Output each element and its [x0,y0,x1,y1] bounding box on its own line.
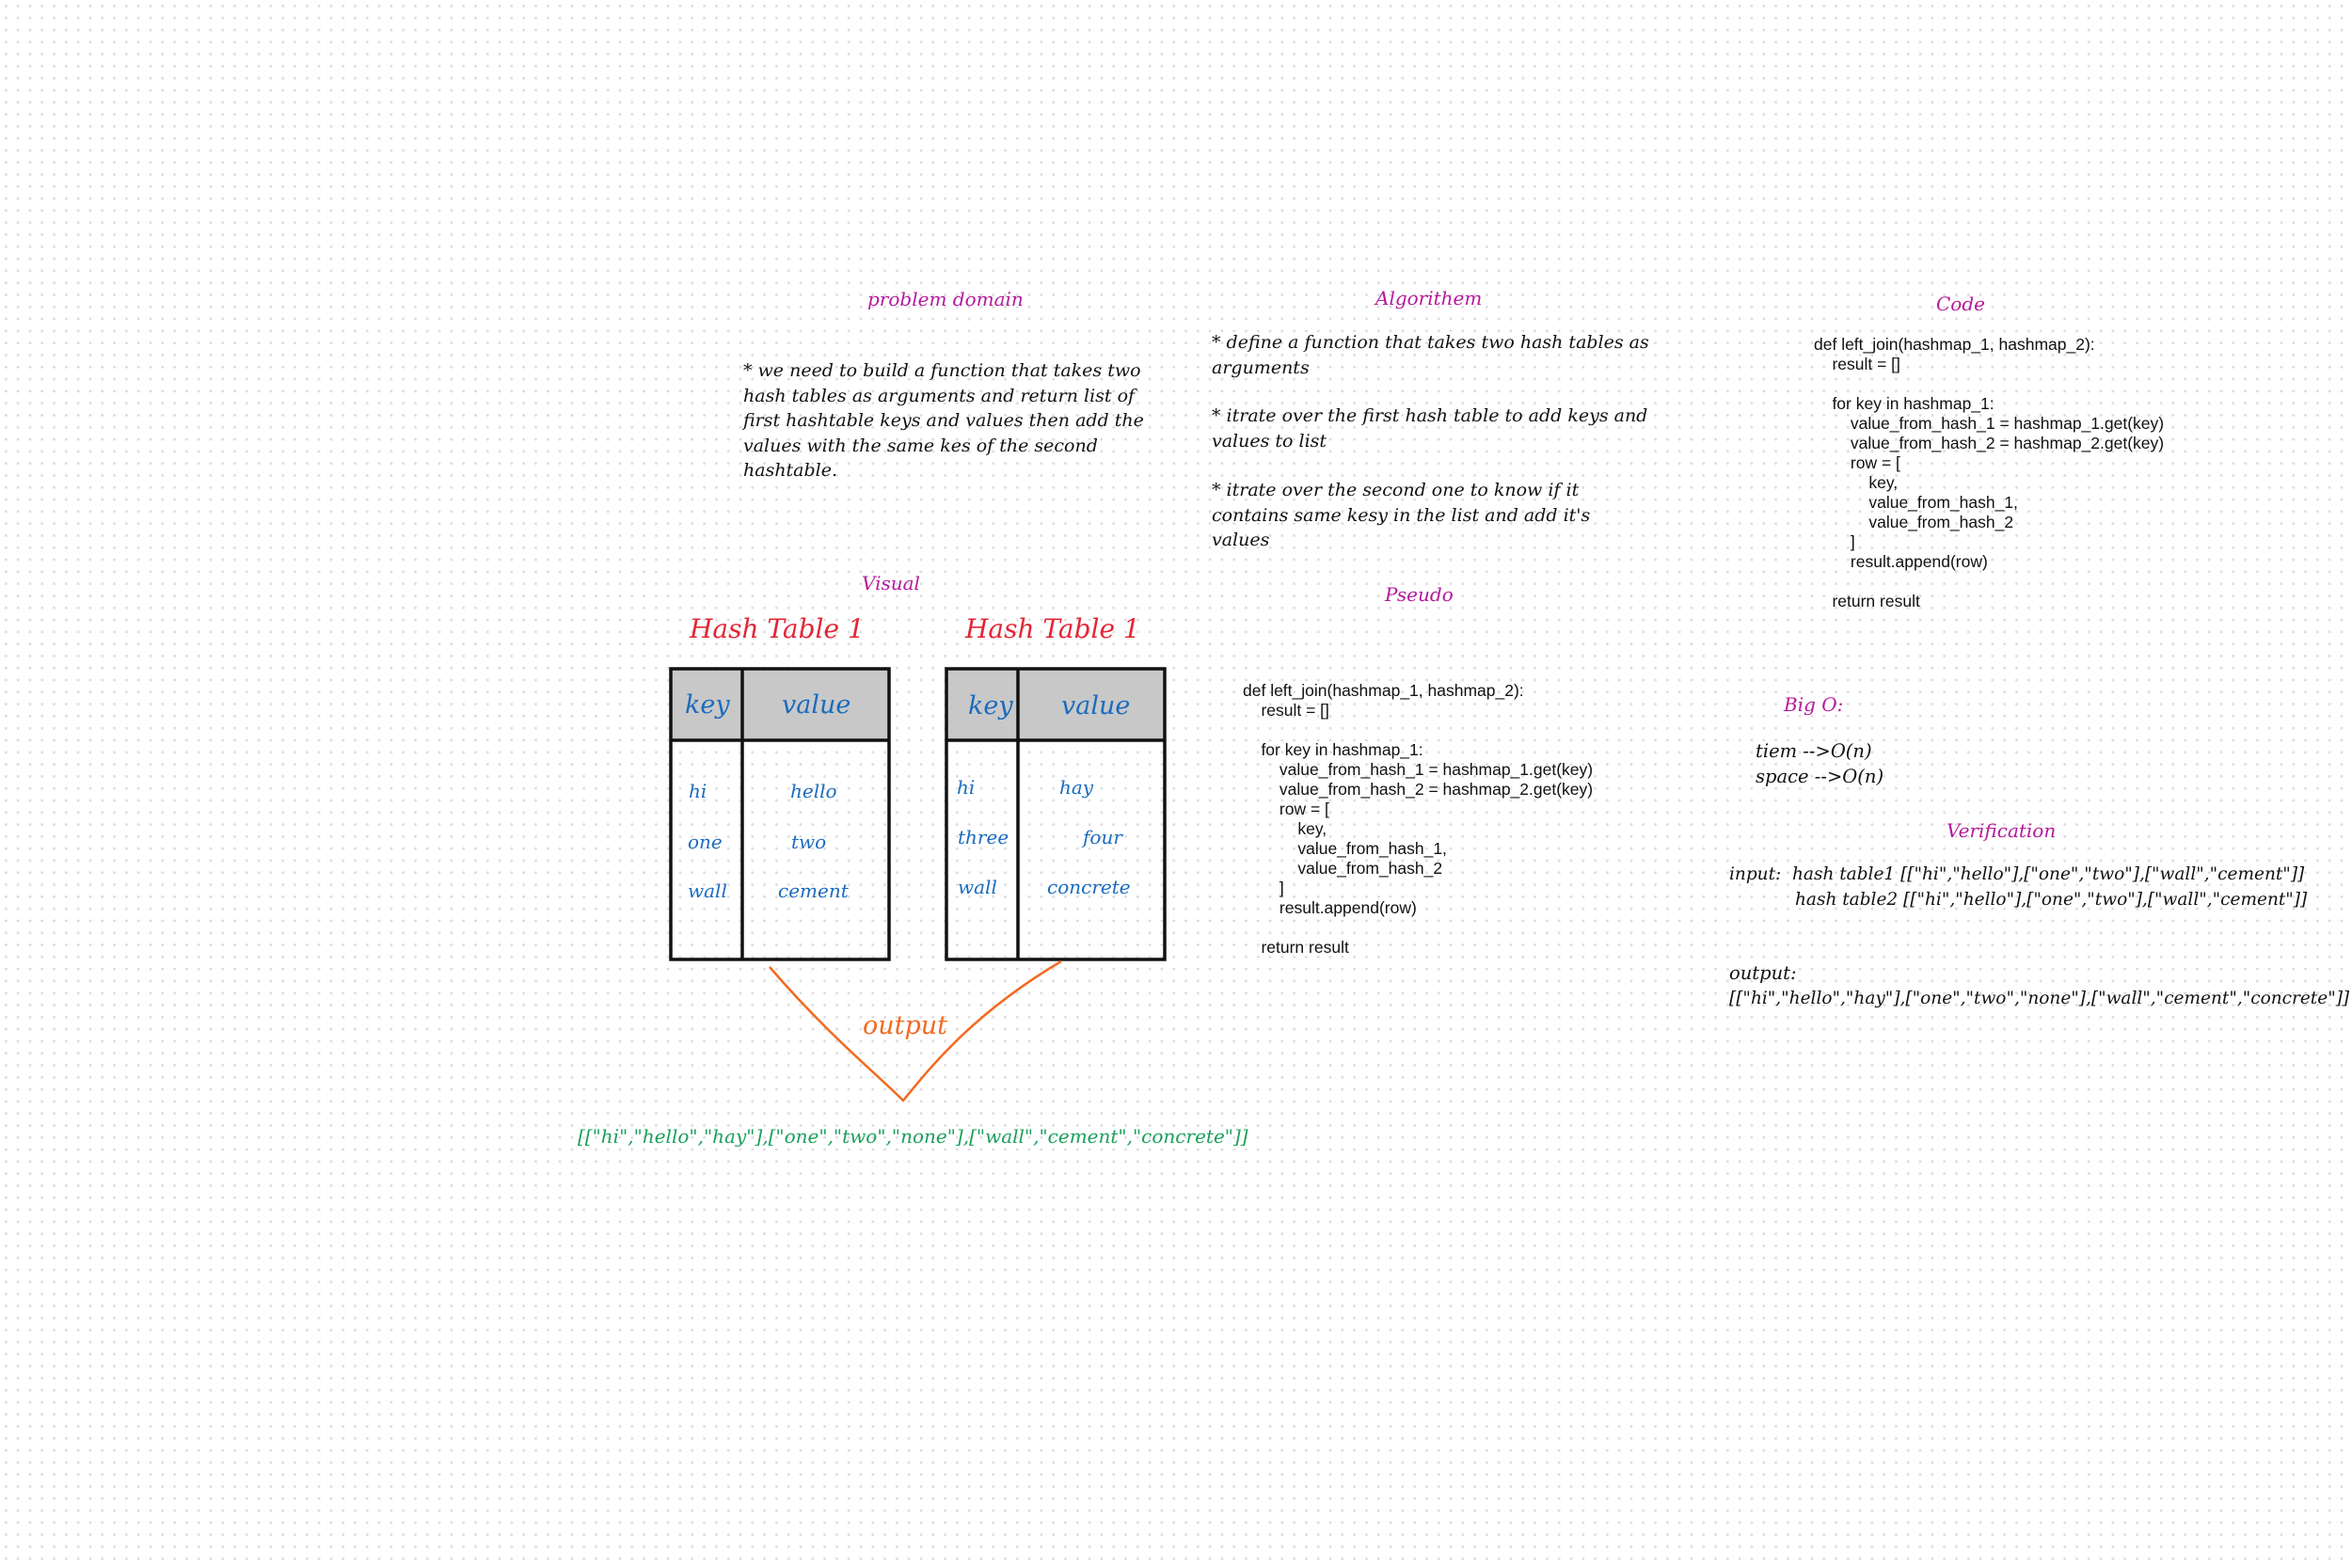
table-1-value-header: value [782,690,851,720]
table-2-row-1-key: hi [957,776,976,799]
verification-output-value: [["hi","hello","hay"],["one","two","none… [1729,989,2350,1008]
table-1-row-3-value: cement [778,879,849,902]
big-o-heading: Big O: [1784,693,1844,716]
pseudo-code-block: def left_join(hashmap_1, hashmap_2): res… [1243,681,1594,957]
big-o-space: space -->O(n) [1756,766,1884,787]
output-label: output [863,1011,948,1040]
table-1-key-header: key [685,690,730,720]
verification-output-label: output: [1729,962,1797,984]
table-2-row-3-key: wall [958,876,997,898]
table-2-row-3-value: concrete [1047,876,1131,898]
verification-heading: Verification [1947,819,2057,842]
verification-input-line-1: input: hash table1 [["hi","hello"],["one… [1729,864,2305,884]
output-value: [["hi","hello","hay"],["one","two","none… [578,1125,1248,1148]
table-1-row-2-value: two [791,831,827,853]
big-o-time: tiem -->O(n) [1756,740,1872,762]
table-2-row-2-value: four [1083,826,1122,848]
pseudo-heading: Pseudo [1385,583,1454,606]
table-2-value-header: value [1061,691,1131,721]
table-1-row-1-key: hi [689,780,707,802]
verification-input-line-2: hash table2 [["hi","hello"],["one","two"… [1795,890,2308,910]
table-1-row-1-value: hello [790,780,837,802]
table-2-row-1-value: hay [1059,776,1094,799]
table-1-row-2-key: one [688,831,723,853]
table-2-key-header: key [968,691,1013,721]
hash-tables-diagram [669,667,1167,1102]
table-2-row-2-key: three [958,826,1009,848]
table-1-row-3-key: wall [688,879,727,902]
